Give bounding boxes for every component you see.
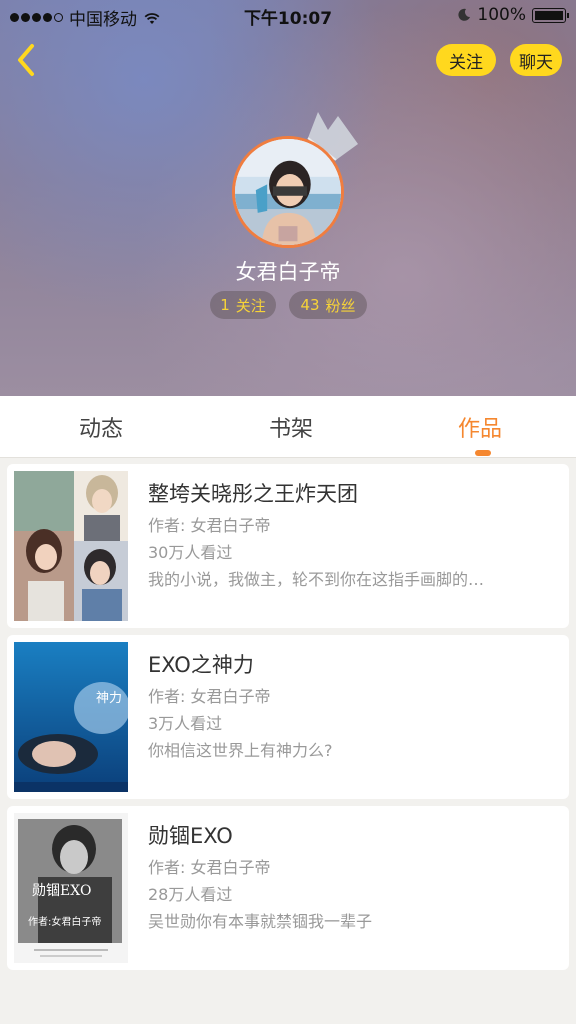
cover-image: 勋锢EXO 作者:女君白子帝 (14, 813, 128, 963)
work-title: 整垮关晓彤之王炸天团 (148, 482, 358, 506)
status-right: 100% (457, 5, 569, 25)
work-cover: 勋锢EXO 作者:女君白子帝 (14, 813, 128, 963)
work-views: 3万人看过 (148, 714, 223, 733)
work-card[interactable]: 神力 EXO之神力 作者: 女君白子帝 3万人看过 你相信这世界上有神力么? (7, 635, 569, 799)
following-stat[interactable]: 1 关注 (210, 291, 276, 319)
tab-activity[interactable]: 动态 (5, 396, 197, 458)
follow-button[interactable]: 关注 (436, 44, 496, 76)
battery-percent: 100% (477, 5, 526, 25)
work-title: 勋锢EXO (148, 824, 233, 848)
cover-title-text: 神力 (96, 691, 122, 706)
work-description: 我的小说，我做主，轮不到你在这指手画脚的… (148, 570, 485, 589)
work-author: 作者: 女君白子帝 (148, 858, 271, 877)
tab-indicator (475, 450, 491, 456)
battery-icon (532, 7, 569, 23)
avatar[interactable] (232, 136, 344, 248)
tab-bookshelf[interactable]: 书架 (195, 396, 387, 458)
work-views: 28万人看过 (148, 885, 233, 904)
work-views: 30万人看过 (148, 543, 233, 562)
fans-stat[interactable]: 43 粉丝 (289, 291, 367, 319)
chat-button[interactable]: 聊天 (510, 44, 562, 76)
work-title: EXO之神力 (148, 653, 254, 677)
chevron-left-icon (18, 44, 34, 76)
work-description: 你相信这世界上有神力么? (148, 741, 333, 760)
work-card[interactable]: 勋锢EXO 作者:女君白子帝 勋锢EXO 作者: 女君白子帝 28万人看过 吴世… (7, 806, 569, 970)
work-card[interactable]: 整垮关晓彤之王炸天团 作者: 女君白子帝 30万人看过 我的小说，我做主，轮不到… (7, 464, 569, 628)
work-author: 作者: 女君白子帝 (148, 687, 271, 706)
username: 女君白子帝 (235, 260, 341, 284)
work-cover: 神力 (14, 642, 128, 792)
cover-author-text: 作者:女君白子帝 (28, 915, 101, 928)
tab-works[interactable]: 作品 (384, 396, 576, 458)
cover-image: 神力 (14, 642, 128, 792)
tab-bar: 动态 书架 作品 (0, 396, 576, 458)
work-author: 作者: 女君白子帝 (148, 516, 271, 535)
fans-label: 粉丝 (325, 296, 356, 315)
work-cover (14, 471, 128, 621)
cover-image (14, 471, 128, 621)
fans-count: 43 (300, 296, 320, 314)
moon-icon (458, 8, 471, 21)
back-button[interactable] (12, 40, 42, 80)
work-description: 吴世勋你有本事就禁锢我一辈子 (148, 912, 373, 931)
status-bar: 中国移动 下午10:07 100% (0, 0, 576, 30)
avatar-photo (235, 139, 341, 245)
cover-title-text: 勋锢EXO (32, 883, 91, 899)
profile-header: 中国移动 下午10:07 100% 关注 聊天 女君白子帝 1 关注 43 粉丝 (0, 0, 576, 396)
profile-screen: 中国移动 下午10:07 100% 关注 聊天 女君白子帝 1 关注 43 粉丝… (0, 0, 576, 1024)
following-count: 1 (220, 296, 230, 314)
following-label: 关注 (235, 296, 266, 315)
